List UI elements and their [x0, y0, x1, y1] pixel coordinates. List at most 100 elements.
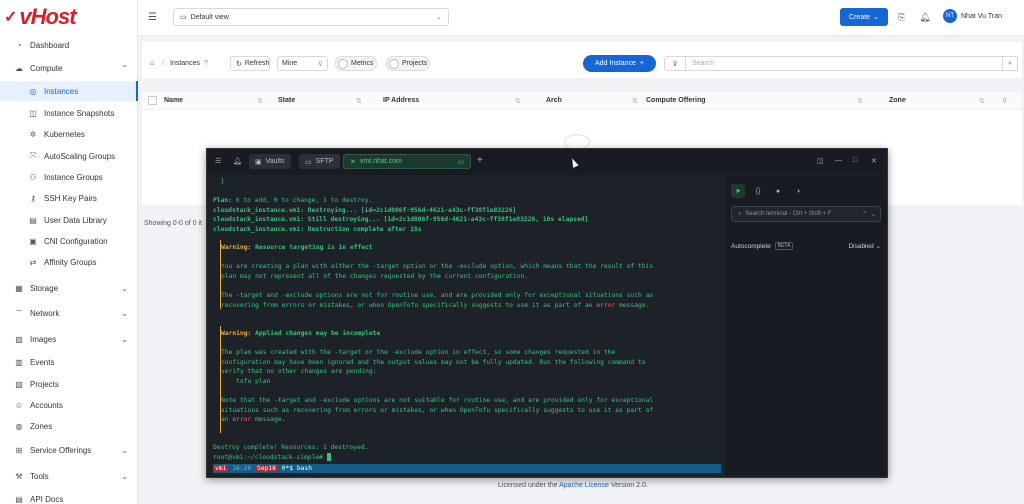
- minimize-icon[interactable]: —: [835, 157, 842, 164]
- sidebar-item-accounts[interactable]: ☺ Accounts: [0, 395, 138, 415]
- filter-button[interactable]: ⊽: [664, 56, 686, 71]
- apache-license-link[interactable]: Apache License: [559, 482, 609, 489]
- api-docs-icon: ▤: [15, 494, 23, 504]
- bell-icon[interactable]: 🔔︎: [919, 12, 930, 23]
- bell-icon[interactable]: 🔔︎: [233, 157, 242, 165]
- chevron-down-icon: ⌄: [121, 308, 128, 318]
- search-input[interactable]: Search: [685, 56, 1003, 71]
- projects-toggle[interactable]: Projects: [386, 56, 430, 71]
- offerings-icon: ⊞: [15, 445, 23, 455]
- toggle-knob: [338, 58, 348, 69]
- add-instance-button[interactable]: Add Instance +: [583, 55, 656, 72]
- chevron-down-icon: ⌄: [121, 283, 128, 293]
- create-button[interactable]: Create ⌄: [840, 8, 888, 26]
- top-icons: ⎘ 🔔︎: [898, 12, 931, 23]
- search-button[interactable]: ⌕: [1002, 56, 1018, 71]
- column-filter-icon[interactable]: ⊽: [1002, 97, 1007, 105]
- column-state[interactable]: State: [278, 97, 295, 104]
- terminal-line: }: [213, 178, 225, 185]
- select-all-checkbox[interactable]: [148, 96, 157, 105]
- sidebar-item-kubernetes[interactable]: ✲ Kubernetes: [0, 124, 138, 144]
- sidebar-item-events[interactable]: ▥ Events: [0, 352, 138, 372]
- terminal-search-input[interactable]: ⌕ Search terminal - Ctrl + Shift + F ⌃ ⌄: [731, 206, 881, 222]
- column-arch[interactable]: Arch: [546, 97, 562, 104]
- sort-icon[interactable]: ⇅: [632, 97, 638, 105]
- palette-icon[interactable]: ◑: [791, 184, 805, 198]
- view-select[interactable]: ▭ Default view ⌄: [173, 8, 449, 26]
- tab-vaults[interactable]: ▣ Vaults: [249, 154, 291, 169]
- sidebar-toggle-icon[interactable]: ◫: [817, 157, 824, 165]
- sort-icon[interactable]: ⇅: [356, 97, 362, 105]
- sidebar-item-storage[interactable]: ▦ Storage ⌄: [0, 278, 138, 298]
- menu-icon[interactable]: ☰: [215, 157, 221, 165]
- license-footer: Licensed under the Apache License Versio…: [498, 482, 648, 489]
- dashboard-icon: ◔: [16, 40, 22, 50]
- tab-sftp[interactable]: ▭ SFTP: [299, 154, 340, 169]
- tab-host[interactable]: ✕ vmt.nhat.com ▭: [343, 154, 471, 169]
- terminal-line: cloudstack_instance.vm1: Still destroyin…: [213, 216, 589, 223]
- sidebar-item-compute[interactable]: ☁ Compute ⌃: [0, 58, 138, 78]
- sidebar-item-tools[interactable]: ⚒ Tools ⌄: [0, 466, 138, 486]
- sidebar-item-instance-snapshots[interactable]: ◫ Instance Snapshots: [0, 103, 138, 123]
- autocomplete-mode-select[interactable]: Disabled ⌄: [848, 242, 881, 250]
- sidebar-item-projects[interactable]: ▧ Projects: [0, 374, 138, 394]
- terminal-line: cloudstack_instance.vm1: Destroying... […: [213, 206, 517, 214]
- navigate-icon[interactable]: ➤: [731, 184, 745, 198]
- sidebar-item-ssh-key-pairs[interactable]: ⚷ SSH Key Pairs: [0, 188, 138, 208]
- maximize-icon[interactable]: □: [853, 157, 857, 164]
- sidebar-item-service-offerings[interactable]: ⊞ Service Offerings ⌄: [0, 440, 138, 460]
- filter-icon: ⊽: [672, 60, 678, 68]
- sort-icon[interactable]: ⇅: [857, 97, 863, 105]
- new-tab-icon[interactable]: +: [477, 155, 483, 166]
- sidebar-item-cni-configuration[interactable]: ▣ CNI Configuration: [0, 231, 138, 251]
- braces-icon[interactable]: {}: [751, 184, 765, 198]
- sidebar-item-api-docs[interactable]: ▤ API Docs: [0, 489, 138, 504]
- beta-badge: BETA: [774, 242, 794, 250]
- autocomplete-setting: Autocomplete BETA Disabled ⌄: [731, 242, 881, 250]
- toolbar: ⌂ / Instances ? ↻ Refresh Mine ⊽ Metrics…: [142, 42, 1022, 78]
- import-icon[interactable]: ⎘: [898, 12, 905, 23]
- sidebar-item-instances[interactable]: ◎ Instances: [0, 81, 138, 101]
- pagination-summary: Showing 0-0 of 0 it: [144, 220, 202, 227]
- chevron-down-icon[interactable]: ⌄: [871, 211, 876, 218]
- filter-icon: ⊽: [317, 60, 323, 68]
- sidebar-item-affinity-groups[interactable]: ⇄ Affinity Groups: [0, 252, 138, 272]
- sidebar-item-network[interactable]: ⌔ Network ⌄: [0, 303, 138, 323]
- terminal-line: Destroy complete! Resources: 1 destroyed…: [213, 444, 369, 451]
- sidebar-item-dashboard[interactable]: ◔ Dashboard: [0, 35, 138, 55]
- close-icon[interactable]: ✕: [350, 158, 356, 166]
- chevron-down-icon: ⌄: [436, 14, 442, 21]
- sidebar-item-zones[interactable]: ◍ Zones: [0, 416, 138, 436]
- metrics-toggle[interactable]: Metrics: [335, 56, 377, 71]
- kubernetes-icon: ✲: [29, 129, 37, 139]
- mine-select[interactable]: Mine ⊽: [277, 56, 328, 71]
- record-icon[interactable]: ●: [771, 184, 785, 198]
- column-ip-address[interactable]: IP Address: [383, 97, 419, 104]
- username[interactable]: Nhat Vu Tran: [961, 13, 1002, 20]
- column-zone[interactable]: Zone: [889, 97, 906, 104]
- help-icon[interactable]: ?: [204, 56, 208, 71]
- sidebar-item-user-data-library[interactable]: ▤ User Data Library: [0, 210, 138, 230]
- home-icon[interactable]: ⌂: [150, 56, 154, 71]
- sort-icon[interactable]: ⇅: [257, 97, 263, 105]
- sort-icon[interactable]: ⇅: [979, 97, 985, 105]
- chevron-up-icon[interactable]: ⌃: [862, 211, 867, 218]
- menu-toggle-icon[interactable]: ☰: [148, 12, 157, 23]
- sidebar-item-images[interactable]: ▨ Images ⌄: [0, 329, 138, 349]
- refresh-button[interactable]: ↻ Refresh: [230, 56, 270, 71]
- column-name[interactable]: Name: [164, 97, 183, 104]
- column-compute-offering[interactable]: Compute Offering: [646, 97, 706, 104]
- sort-icon[interactable]: ⇅: [515, 97, 521, 105]
- logo[interactable]: ✓ vHost: [4, 3, 94, 31]
- key-icon: ⚷: [30, 193, 36, 203]
- terminal-side-panel: ➤ {} ● ◑ ⌕ Search terminal - Ctrl + Shif…: [725, 176, 887, 476]
- sidebar-item-instance-groups[interactable]: ⚇ Instance Groups: [0, 167, 138, 187]
- warning-line: Warning: Resource targeting is in effect: [221, 244, 373, 251]
- avatar[interactable]: NT: [943, 9, 957, 23]
- terminal-output[interactable]: } Plan: 0 to add, 0 to change, 1 to dest…: [213, 177, 719, 467]
- sidebar-item-autoscaling-groups[interactable]: ⤧ AutoScaling Groups: [0, 146, 138, 166]
- close-window-icon[interactable]: ✕: [871, 157, 877, 165]
- warning-gutter: [220, 240, 221, 309]
- toggle-knob: [389, 58, 399, 69]
- screen-icon: ▭: [457, 158, 464, 166]
